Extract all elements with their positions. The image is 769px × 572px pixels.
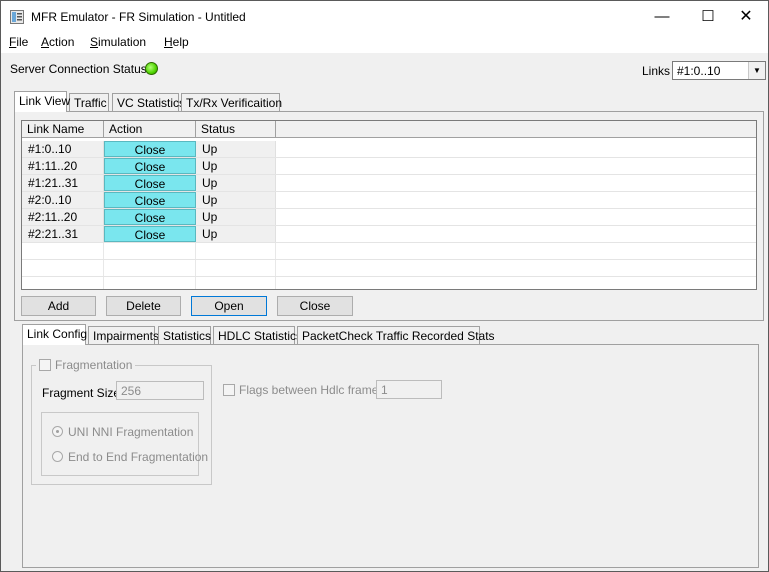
flags-checkbox[interactable]: Flags between Hdlc frames <box>223 383 384 397</box>
delete-button[interactable]: Delete <box>106 296 181 316</box>
add-button[interactable]: Add <box>21 296 96 316</box>
tab-hdlc-statistics[interactable]: HDLC Statistics <box>213 326 302 344</box>
end-to-end-radio[interactable]: End to End Fragmentation <box>52 450 208 464</box>
header-action[interactable]: Action <box>104 121 196 138</box>
table-row-empty <box>22 277 756 294</box>
menu-help[interactable]: Help <box>164 35 189 49</box>
tab-impairments[interactable]: Impairments <box>88 326 159 344</box>
radio-icon <box>52 451 63 462</box>
tab-link-config[interactable]: Link Config <box>22 324 87 345</box>
header-link-name[interactable]: Link Name <box>22 121 104 138</box>
tab-link-view[interactable]: Link View <box>14 91 70 112</box>
connection-status-led-icon <box>145 62 158 75</box>
table-row[interactable]: #1:11..20 Close Up <box>22 158 756 175</box>
table-row[interactable]: #1:21..31 Close Up <box>22 175 756 192</box>
link-config-panel: Fragmentation Fragment Size 256 UNI NNI … <box>22 344 759 568</box>
app-icon <box>10 10 24 24</box>
table-row-empty <box>22 260 756 277</box>
link-name-cell: #2:21..31 <box>22 226 104 242</box>
tab-statistics[interactable]: Statistics <box>158 326 211 344</box>
close-window-button[interactable]: ✕ <box>723 1 769 33</box>
menu-bar: File Action Simulation Help <box>1 33 768 53</box>
fragmentation-checkbox[interactable]: Fragmentation <box>36 358 136 372</box>
link-name-cell: #1:0..10 <box>22 141 104 157</box>
links-label: Links <box>642 64 671 78</box>
row-close-button[interactable]: Close <box>104 209 196 225</box>
fragment-size-label: Fragment Size <box>42 386 121 400</box>
radio-checked-icon <box>52 426 63 437</box>
status-cell: Up <box>196 158 276 174</box>
uni-nni-radio[interactable]: UNI NNI Fragmentation <box>52 425 193 439</box>
links-dropdown-value: #1:0..10 <box>677 64 721 78</box>
link-name-cell: #2:0..10 <box>22 192 104 208</box>
header-status[interactable]: Status <box>196 121 276 138</box>
tab-packetcheck-stats[interactable]: PacketCheck Traffic Recorded Stats <box>297 326 495 344</box>
row-close-button[interactable]: Close <box>104 175 196 191</box>
checkbox-icon <box>39 359 51 371</box>
fragment-size-input[interactable]: 256 <box>116 381 204 400</box>
table-row[interactable]: #2:0..10 Close Up <box>22 192 756 209</box>
link-name-cell: #2:11..20 <box>22 209 104 225</box>
table-header: Link Name Action Status <box>22 121 756 138</box>
fragmentation-label: Fragmentation <box>55 358 133 372</box>
menu-file[interactable]: File <box>9 35 28 49</box>
row-close-button[interactable]: Close <box>104 141 196 157</box>
status-cell: Up <box>196 175 276 191</box>
menu-action[interactable]: Action <box>41 35 74 49</box>
table-row[interactable]: #2:11..20 Close Up <box>22 209 756 226</box>
fragmentation-mode-group: UNI NNI Fragmentation End to End Fragmen… <box>41 412 208 476</box>
app-window: MFR Emulator - FR Simulation - Untitled … <box>0 0 769 572</box>
checkbox-icon <box>223 384 235 396</box>
flags-label: Flags between Hdlc frames <box>239 383 385 397</box>
tab-tx-rx-verification[interactable]: Tx/Rx Verificaition <box>181 93 282 111</box>
end-to-end-label: End to End Fragmentation <box>68 450 209 464</box>
row-close-button[interactable]: Close <box>104 226 196 242</box>
menu-simulation[interactable]: Simulation <box>90 35 146 49</box>
links-table: Link Name Action Status #1:0..10 Close U… <box>21 120 757 290</box>
server-connection-label: Server Connection Status <box>10 62 147 76</box>
links-dropdown[interactable]: #1:0..10 ▼ <box>672 61 766 80</box>
table-row[interactable]: #1:0..10 Close Up <box>22 141 756 158</box>
status-cell: Up <box>196 209 276 225</box>
table-row-empty <box>22 243 756 260</box>
tab-vc-statistics[interactable]: VC Statistics <box>112 93 185 111</box>
bottom-tab-strip: Link Config Impairments Statistics HDLC … <box>22 324 495 345</box>
title-bar: MFR Emulator - FR Simulation - Untitled … <box>1 1 768 33</box>
window-title: MFR Emulator - FR Simulation - Untitled <box>31 10 246 24</box>
tab-traffic[interactable]: Traffic <box>69 93 109 111</box>
status-cell: Up <box>196 141 276 157</box>
link-name-cell: #1:21..31 <box>22 175 104 191</box>
minimize-button[interactable]: — <box>639 1 685 33</box>
link-name-cell: #1:11..20 <box>22 158 104 174</box>
close-button[interactable]: Close <box>277 296 353 316</box>
status-cell: Up <box>196 226 276 242</box>
status-cell: Up <box>196 192 276 208</box>
table-row[interactable]: #2:21..31 Close Up <box>22 226 756 243</box>
uni-nni-label: UNI NNI Fragmentation <box>68 425 194 439</box>
chevron-down-icon[interactable]: ▼ <box>748 62 765 79</box>
fragmentation-group: Fragmentation Fragment Size 256 UNI NNI … <box>31 358 212 485</box>
open-button[interactable]: Open <box>191 296 267 316</box>
row-close-button[interactable]: Close <box>104 158 196 174</box>
flags-input[interactable]: 1 <box>376 380 442 399</box>
row-close-button[interactable]: Close <box>104 192 196 208</box>
top-tab-strip: Link View Traffic VC Statistics Tx/Rx Ve… <box>14 91 414 112</box>
